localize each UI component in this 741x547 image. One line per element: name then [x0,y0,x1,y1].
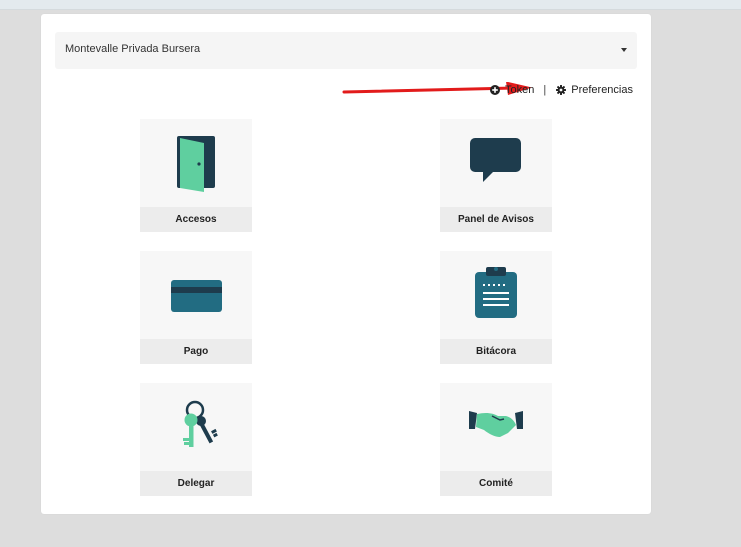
tile-accesos-label: Accesos [140,207,252,232]
tile-pago[interactable]: Pago [140,251,252,364]
main-card: Montevalle Privada Bursera Token | Prefe… [41,14,651,514]
tile-accesos[interactable]: Accesos [140,119,252,232]
tile-bitacora[interactable]: Bitácora [440,251,552,364]
tile-pago-label: Pago [140,339,252,364]
keys-icon [183,400,218,447]
caret-down-icon [621,48,627,52]
clipboard-icon [475,267,517,318]
tile-panel-de-avisos[interactable]: Panel de Avisos [440,119,552,232]
tile-delegar-label: Delegar [140,471,252,496]
top-strip [0,0,741,10]
plus-circle-icon [490,85,501,95]
tile-panel-de-avisos-label: Panel de Avisos [440,207,552,232]
header-links: Token | Preferencias [490,82,633,98]
token-link[interactable]: Token [490,84,534,96]
preferences-link-label: Preferencias [571,84,633,96]
preferences-link[interactable]: Preferencias [556,84,633,96]
speech-bubble-icon [470,138,521,182]
community-select[interactable]: Montevalle Privada Bursera [55,32,637,69]
handshake-icon [469,411,523,437]
community-select-value: Montevalle Privada Bursera [65,43,201,55]
tile-delegar[interactable]: Delegar [140,383,252,496]
tile-bitacora-label: Bitácora [440,339,552,364]
tile-comite-label: Comité [440,471,552,496]
gear-icon [556,85,567,95]
tile-comite[interactable]: Comité [440,383,552,496]
door-icon [177,136,215,192]
credit-card-icon [171,280,222,312]
links-separator: | [543,84,547,96]
token-link-label: Token [505,84,535,96]
